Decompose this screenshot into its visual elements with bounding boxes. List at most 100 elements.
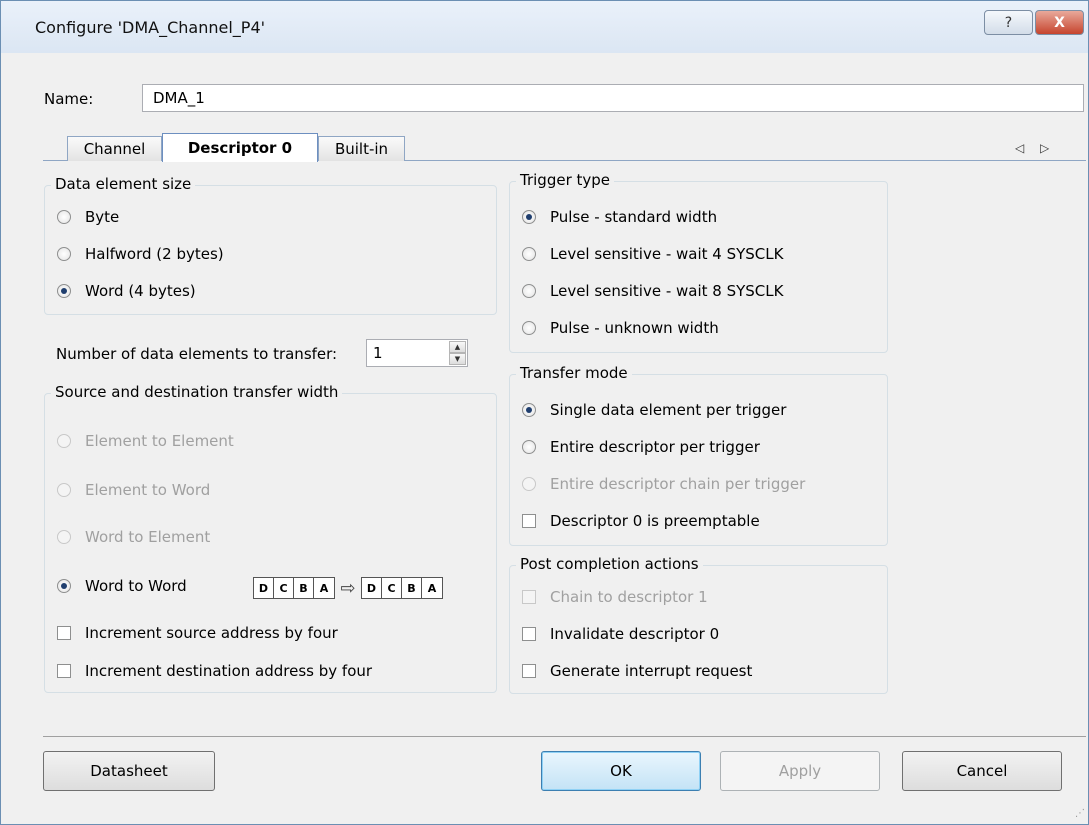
byte-order-diagram: D C B A ⇨ D C B A xyxy=(253,577,443,599)
option-label: Word to Word xyxy=(85,577,187,595)
checkbox-indicator xyxy=(522,514,536,528)
radio-indicator xyxy=(57,483,71,497)
byte-cell: D xyxy=(254,578,274,598)
checkbox-increment-source[interactable]: Increment source address by four xyxy=(57,624,338,642)
checkbox-indicator xyxy=(522,627,536,641)
group-legend: Source and destination transfer width xyxy=(51,383,343,401)
radio-indicator xyxy=(522,321,536,335)
dest-bytes: D C B A xyxy=(361,577,443,599)
radio-indicator xyxy=(57,530,71,544)
name-label: Name: xyxy=(44,90,94,108)
close-icon: X xyxy=(1054,14,1065,31)
post-completion-group: Post completion actions Chain to descrip… xyxy=(509,555,888,694)
radio-word[interactable]: Word (4 bytes) xyxy=(57,282,196,300)
arrow-right-icon: ⇨ xyxy=(340,577,356,599)
radio-indicator xyxy=(57,579,71,593)
datasheet-button[interactable]: Datasheet xyxy=(43,751,215,791)
data-element-size-group: Data element size Byte Halfword (2 bytes… xyxy=(44,175,497,315)
dialog-window: Configure 'DMA_Channel_P4' ? X Name: DMA… xyxy=(0,0,1089,825)
byte-cell: D xyxy=(362,578,382,598)
num-elements-label: Number of data elements to transfer: xyxy=(56,345,338,363)
apply-button[interactable]: Apply xyxy=(720,751,880,791)
checkbox-invalidate-descriptor[interactable]: Invalidate descriptor 0 xyxy=(522,625,719,643)
dialog-client: Name: DMA_1 Channel Descriptor 0 Built-i… xyxy=(19,53,1088,821)
option-label: Pulse - unknown width xyxy=(550,319,719,337)
option-label: Word to Element xyxy=(85,528,211,546)
num-elements-stepper[interactable]: 1 ▲ ▼ xyxy=(366,339,468,367)
radio-indicator xyxy=(522,477,536,491)
radio-byte[interactable]: Byte xyxy=(57,208,119,226)
checkbox-indicator xyxy=(522,664,536,678)
option-label: Word (4 bytes) xyxy=(85,282,196,300)
byte-cell: B xyxy=(402,578,422,598)
checkbox-chain-descriptor[interactable]: Chain to descriptor 1 xyxy=(522,588,708,606)
tab-built-in[interactable]: Built-in xyxy=(318,136,405,161)
group-legend: Transfer mode xyxy=(516,364,632,382)
transfer-mode-group: Transfer mode Single data element per tr… xyxy=(509,364,888,546)
option-label: Element to Word xyxy=(85,481,211,499)
radio-indicator xyxy=(57,210,71,224)
checkbox-indicator xyxy=(57,664,71,678)
option-label: Generate interrupt request xyxy=(550,662,753,680)
radio-entire-descriptor[interactable]: Entire descriptor per trigger xyxy=(522,438,760,456)
ok-button[interactable]: OK xyxy=(541,751,701,791)
option-label: Pulse - standard width xyxy=(550,208,718,226)
help-icon: ? xyxy=(1004,14,1013,31)
byte-cell: B xyxy=(294,578,314,598)
byte-cell: C xyxy=(274,578,294,598)
radio-halfword[interactable]: Halfword (2 bytes) xyxy=(57,245,224,263)
checkbox-indicator xyxy=(57,626,71,640)
tab-scroll-arrows[interactable]: ◁ ▷ xyxy=(1015,141,1055,155)
help-button[interactable]: ? xyxy=(984,10,1033,35)
radio-element-to-word[interactable]: Element to Word xyxy=(57,481,210,499)
option-label: Increment destination address by four xyxy=(85,662,373,680)
option-label: Descriptor 0 is preemptable xyxy=(550,512,760,530)
button-separator xyxy=(43,736,1086,737)
radio-indicator xyxy=(57,434,71,448)
group-legend: Post completion actions xyxy=(516,555,703,573)
checkbox-preemptable[interactable]: Descriptor 0 is preemptable xyxy=(522,512,760,530)
option-label: Invalidate descriptor 0 xyxy=(550,625,720,643)
radio-indicator xyxy=(522,284,536,298)
name-input[interactable]: DMA_1 xyxy=(142,84,1084,112)
option-label: Byte xyxy=(85,208,120,226)
stepper-buttons: ▲ ▼ xyxy=(449,341,466,365)
checkbox-increment-destination[interactable]: Increment destination address by four xyxy=(57,662,372,680)
tab-descriptor-0[interactable]: Descriptor 0 xyxy=(162,133,318,162)
option-label: Level sensitive - wait 4 SYSCLK xyxy=(550,245,784,263)
byte-cell: A xyxy=(427,581,437,595)
tab-label: Channel xyxy=(83,140,146,158)
stepper-down-icon[interactable]: ▼ xyxy=(449,353,466,365)
num-elements-value: 1 xyxy=(373,344,383,362)
radio-indicator xyxy=(57,284,71,298)
radio-word-to-word[interactable]: Word to Word xyxy=(57,577,187,595)
radio-entire-chain[interactable]: Entire descriptor chain per trigger xyxy=(522,475,805,493)
stepper-up-icon[interactable]: ▲ xyxy=(449,341,466,353)
title-bar[interactable]: Configure 'DMA_Channel_P4' ? X xyxy=(1,1,1088,53)
radio-element-to-element[interactable]: Element to Element xyxy=(57,432,234,450)
radio-indicator xyxy=(522,247,536,261)
cancel-button[interactable]: Cancel xyxy=(902,751,1062,791)
radio-pulse-standard[interactable]: Pulse - standard width xyxy=(522,208,717,226)
resize-grip-icon[interactable]: ⋰ xyxy=(1075,808,1085,819)
option-label: Chain to descriptor 1 xyxy=(550,588,708,606)
source-bytes: D C B A xyxy=(253,577,335,599)
tab-label: Descriptor 0 xyxy=(187,139,293,157)
group-legend: Data element size xyxy=(51,175,196,193)
transfer-width-group: Source and destination transfer width El… xyxy=(44,383,497,693)
radio-indicator xyxy=(522,210,536,224)
checkbox-generate-interrupt[interactable]: Generate interrupt request xyxy=(522,662,752,680)
option-label: Entire descriptor per trigger xyxy=(550,438,760,456)
radio-word-to-element[interactable]: Word to Element xyxy=(57,528,210,546)
radio-indicator xyxy=(522,403,536,417)
radio-single-element[interactable]: Single data element per trigger xyxy=(522,401,786,419)
close-button[interactable]: X xyxy=(1035,10,1084,35)
trigger-type-group: Trigger type Pulse - standard width Leve… xyxy=(509,171,888,353)
radio-level-8[interactable]: Level sensitive - wait 8 SYSCLK xyxy=(522,282,783,300)
tab-label: Built-in xyxy=(334,140,389,158)
option-label: Halfword (2 bytes) xyxy=(85,245,224,263)
tab-channel[interactable]: Channel xyxy=(67,136,162,161)
radio-pulse-unknown[interactable]: Pulse - unknown width xyxy=(522,319,719,337)
option-label: Element to Element xyxy=(85,432,234,450)
radio-level-4[interactable]: Level sensitive - wait 4 SYSCLK xyxy=(522,245,783,263)
